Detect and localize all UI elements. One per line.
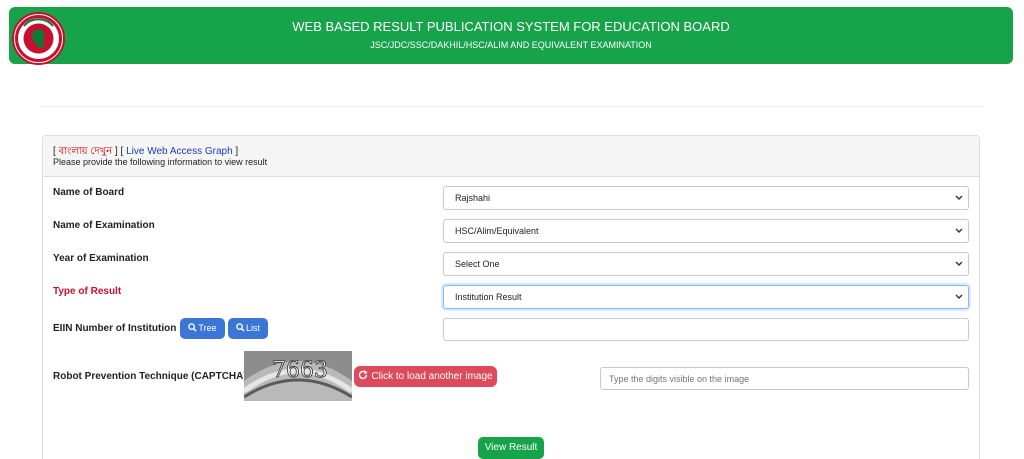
refresh-icon (359, 370, 368, 380)
search-icon (188, 323, 198, 332)
bracket-separator: ] [ (112, 146, 127, 157)
panel-heading: [ বাংলায় দেখুন ] [ Live Web Access Grap… (43, 136, 979, 177)
search-icon (236, 323, 245, 332)
exam-select[interactable]: HSC/Alim/Equivalent (443, 219, 969, 243)
header-title: WEB BASED RESULT PUBLICATION SYSTEM FOR … (292, 19, 730, 34)
bangla-view-link[interactable]: বাংলায় দেখুন (59, 146, 113, 157)
top-divider (41, 106, 982, 107)
result-type-select[interactable]: Institution Result (443, 285, 969, 309)
eiin-label: EIIN Number of Institution (53, 323, 177, 334)
chevron-down-icon (955, 228, 963, 233)
year-select-value: Select One (455, 259, 500, 269)
tree-button-label: Tree (198, 323, 217, 333)
exam-label: Name of Examination (53, 220, 155, 231)
instruction-text: Please provide the following information… (53, 157, 268, 167)
board-label: Name of Board (53, 187, 125, 198)
year-select[interactable]: Select One (443, 252, 969, 276)
chevron-down-icon (955, 195, 963, 200)
eiin-input[interactable] (443, 318, 969, 341)
board-select[interactable]: Rajshahi (443, 186, 969, 210)
live-web-access-graph-link[interactable]: Live Web Access Graph (126, 146, 233, 157)
captcha-input[interactable] (600, 367, 969, 390)
result-type-select-value: Institution Result (455, 292, 522, 302)
captcha-text: 7663 (272, 358, 328, 383)
exam-select-value: HSC/Alim/Equivalent (455, 226, 539, 236)
chevron-down-icon (955, 261, 963, 266)
view-result-button[interactable]: View Result (478, 437, 544, 459)
list-button[interactable]: List (228, 318, 268, 339)
captcha-label: Robot Prevention Technique (CAPTCHA) (53, 371, 247, 382)
header-subtitle: JSC/JDC/SSC/DAKHIL/HSC/ALIM AND EQUIVALE… (370, 40, 652, 50)
list-button-label: List (245, 323, 260, 333)
bracket-close: ] (232, 146, 239, 157)
site-header: WEB BASED RESULT PUBLICATION SYSTEM FOR … (9, 7, 1013, 65)
reload-captcha-label: Click to load another image (371, 371, 493, 382)
year-label: Year of Examination (53, 253, 149, 264)
board-select-value: Rajshahi (455, 193, 491, 203)
chevron-down-icon (955, 294, 963, 299)
tree-button[interactable]: Tree (180, 318, 225, 339)
captcha-image: 7663 (244, 351, 352, 401)
reload-captcha-button[interactable]: Click to load another image (354, 366, 497, 387)
result-type-label: Type of Result (53, 286, 122, 297)
